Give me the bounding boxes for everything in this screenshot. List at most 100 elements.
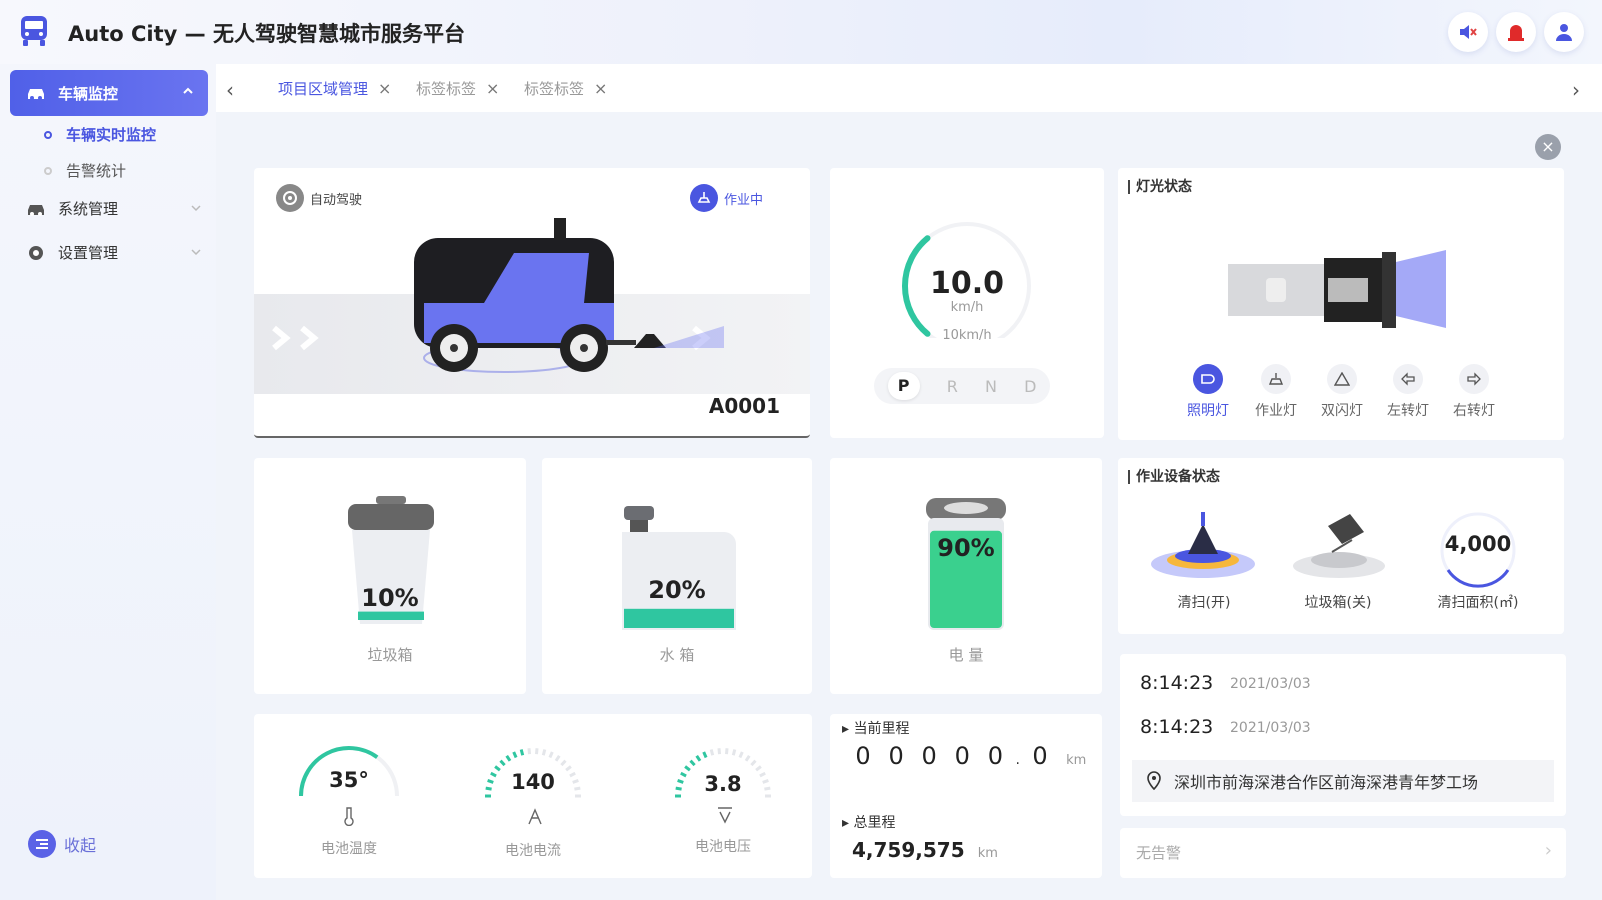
tab-project-area[interactable]: 项目区域管理 × [278, 78, 391, 99]
thermometer-icon [342, 806, 356, 830]
battery-image [926, 498, 1006, 630]
gauge-tick [541, 749, 547, 756]
speed-card: 10.0 km/h 10km/h P R N D [830, 168, 1104, 438]
time-2: 8:14:23 [1140, 716, 1214, 738]
mileage-card: ▸ 当前里程 0 0 0 0 0 . 0 km ▸ 总里程 4,759,575 … [830, 714, 1102, 878]
battery-temperature-value: 35° [329, 768, 369, 792]
collapse-sidebar-button[interactable]: 收起 [28, 830, 96, 858]
light-button-work[interactable]: 作业灯 [1246, 364, 1306, 420]
light-status-title: 灯光状态 [1128, 180, 1192, 194]
light-label: 左转灯 [1387, 403, 1429, 419]
right-arrow-icon [1459, 364, 1489, 394]
time-location-card: 8:14:23 2021/03/03 8:14:23 2021/03/03 深圳… [1120, 654, 1566, 816]
gear-p[interactable]: P [887, 372, 920, 400]
trash-percent: 10% [361, 584, 419, 612]
location-bar: 深圳市前海深港合作区前海深港青年梦工场 [1132, 760, 1554, 802]
gauge-tick [684, 765, 691, 772]
alarm-row[interactable]: 无告警 › [1120, 828, 1566, 878]
bin-label: 垃圾箱(关) [1304, 595, 1372, 611]
sidebar-item-vehicle-monitor[interactable]: 车辆监控 [10, 70, 208, 116]
tab-scroll-right-icon[interactable]: › [1572, 78, 1580, 102]
gauge-tick [512, 751, 518, 759]
battery-current-value: 140 [511, 770, 555, 794]
tab-label-1[interactable]: 标签标签 × [416, 78, 499, 99]
bus-logo-icon [21, 16, 47, 46]
sidebar-subitem-alarm-stats[interactable]: 告警统计 [44, 160, 126, 181]
close-panel-button[interactable]: × [1535, 134, 1561, 160]
alarm-status: 无告警 [1136, 844, 1182, 862]
light-label: 右转灯 [1453, 403, 1495, 419]
current-mileage-label: ▸ 当前里程 [842, 721, 910, 737]
total-mileage-label-text: 总里程 [853, 815, 896, 831]
sidebar-item-system-management[interactable]: 系统管理 [26, 198, 202, 219]
gauge-tick [702, 751, 708, 759]
odometer-digit: 0 [888, 742, 904, 770]
light-button-hazard[interactable]: 双闪灯 [1312, 364, 1372, 420]
light-label: 作业灯 [1255, 403, 1297, 419]
tab-label-2[interactable]: 标签标签 × [524, 78, 607, 99]
light-status-card: 灯光状态 照明灯 作业灯 双闪灯 左转灯 右转灯 [1118, 168, 1564, 440]
sidebar-item-settings-management[interactable]: 设置管理 [26, 242, 202, 263]
gauge-tick [505, 754, 512, 762]
close-icon[interactable]: × [486, 79, 499, 98]
trash-bin-device-image [1293, 514, 1385, 578]
alarm-icon [1508, 25, 1524, 41]
close-icon[interactable]: × [378, 79, 391, 98]
alarm-button[interactable] [1496, 12, 1536, 52]
odometer-digit: 0 [921, 742, 937, 770]
gauge-tick [750, 759, 757, 767]
location-text: 深圳市前海深港合作区前海深港青年梦工场 [1174, 773, 1479, 792]
light-button-left-turn[interactable]: 左转灯 [1378, 364, 1438, 420]
light-label: 双闪灯 [1321, 403, 1363, 419]
odometer-digit: 0 [855, 742, 871, 770]
sweeper-brush-image [1151, 512, 1255, 578]
current-mileage-odometer: 0 0 0 0 0 . 0 km [852, 742, 1086, 770]
mute-button[interactable] [1448, 12, 1488, 52]
tab-scroll-left-icon[interactable]: ‹ [226, 78, 234, 102]
gauge-tick [560, 759, 567, 767]
battery-temperature-label: 电池温度 [321, 841, 377, 857]
left-arrow-icon [1393, 364, 1423, 394]
gauge-tick [527, 748, 531, 755]
area-label: 清扫面积(㎡) [1437, 595, 1519, 611]
headlight-icon [1193, 364, 1223, 394]
user-button[interactable] [1544, 12, 1584, 52]
mute-icon [1460, 25, 1477, 39]
odometer-digit: 0 [1032, 742, 1048, 770]
gauge-tick [689, 759, 696, 767]
gauge-tick [717, 748, 721, 755]
date-2: 2021/03/03 [1230, 720, 1311, 736]
battery-label: 电 量 [948, 646, 984, 664]
date-1: 2021/03/03 [1230, 676, 1311, 692]
gauge-tick [725, 748, 729, 755]
sweep-label: 清扫(开) [1177, 595, 1231, 611]
gear-d[interactable]: D [1024, 377, 1036, 396]
tab-label: 标签标签 [524, 80, 585, 98]
gear-r[interactable]: R [947, 377, 958, 396]
equipment-status-card: 作业设备状态 清扫(开) 垃圾箱(关) 4,000 清扫面积(㎡) [1118, 458, 1564, 634]
gauge-tick [519, 749, 525, 756]
inactive-dot [44, 166, 52, 175]
current-mileage-label-text: 当前里程 [853, 721, 910, 737]
gear-n[interactable]: N [985, 377, 997, 396]
total-mileage-label: ▸ 总里程 [842, 815, 896, 831]
chevron-down-icon [191, 249, 201, 256]
light-button-right-turn[interactable]: 右转灯 [1444, 364, 1504, 420]
total-mileage-value: 4,759,575 [852, 838, 965, 862]
gauge-tick [554, 754, 561, 762]
close-icon[interactable]: × [594, 79, 607, 98]
chevron-right-icon: › [1544, 840, 1552, 861]
equipment-status-title: 作业设备状态 [1128, 470, 1220, 484]
odometer-digit: 0 [954, 742, 970, 770]
car-icon [28, 204, 44, 216]
gauge-tick [709, 749, 715, 756]
speed-unit: km/h [950, 300, 984, 315]
water-tank-image [622, 506, 736, 630]
sidebar-subitem-realtime-monitor[interactable]: 车辆实时监控 [44, 124, 156, 145]
sidebar-subitem-label: 车辆实时监控 [66, 126, 157, 144]
light-button-illumination[interactable]: 照明灯 [1178, 364, 1238, 420]
sidebar-item-label: 设置管理 [58, 244, 119, 262]
tab-label: 标签标签 [416, 80, 477, 98]
ampere-icon [526, 808, 544, 830]
sidebar: 车辆监控 车辆实时监控 告警统计 系统管理 设置管理 收起 [0, 64, 216, 900]
